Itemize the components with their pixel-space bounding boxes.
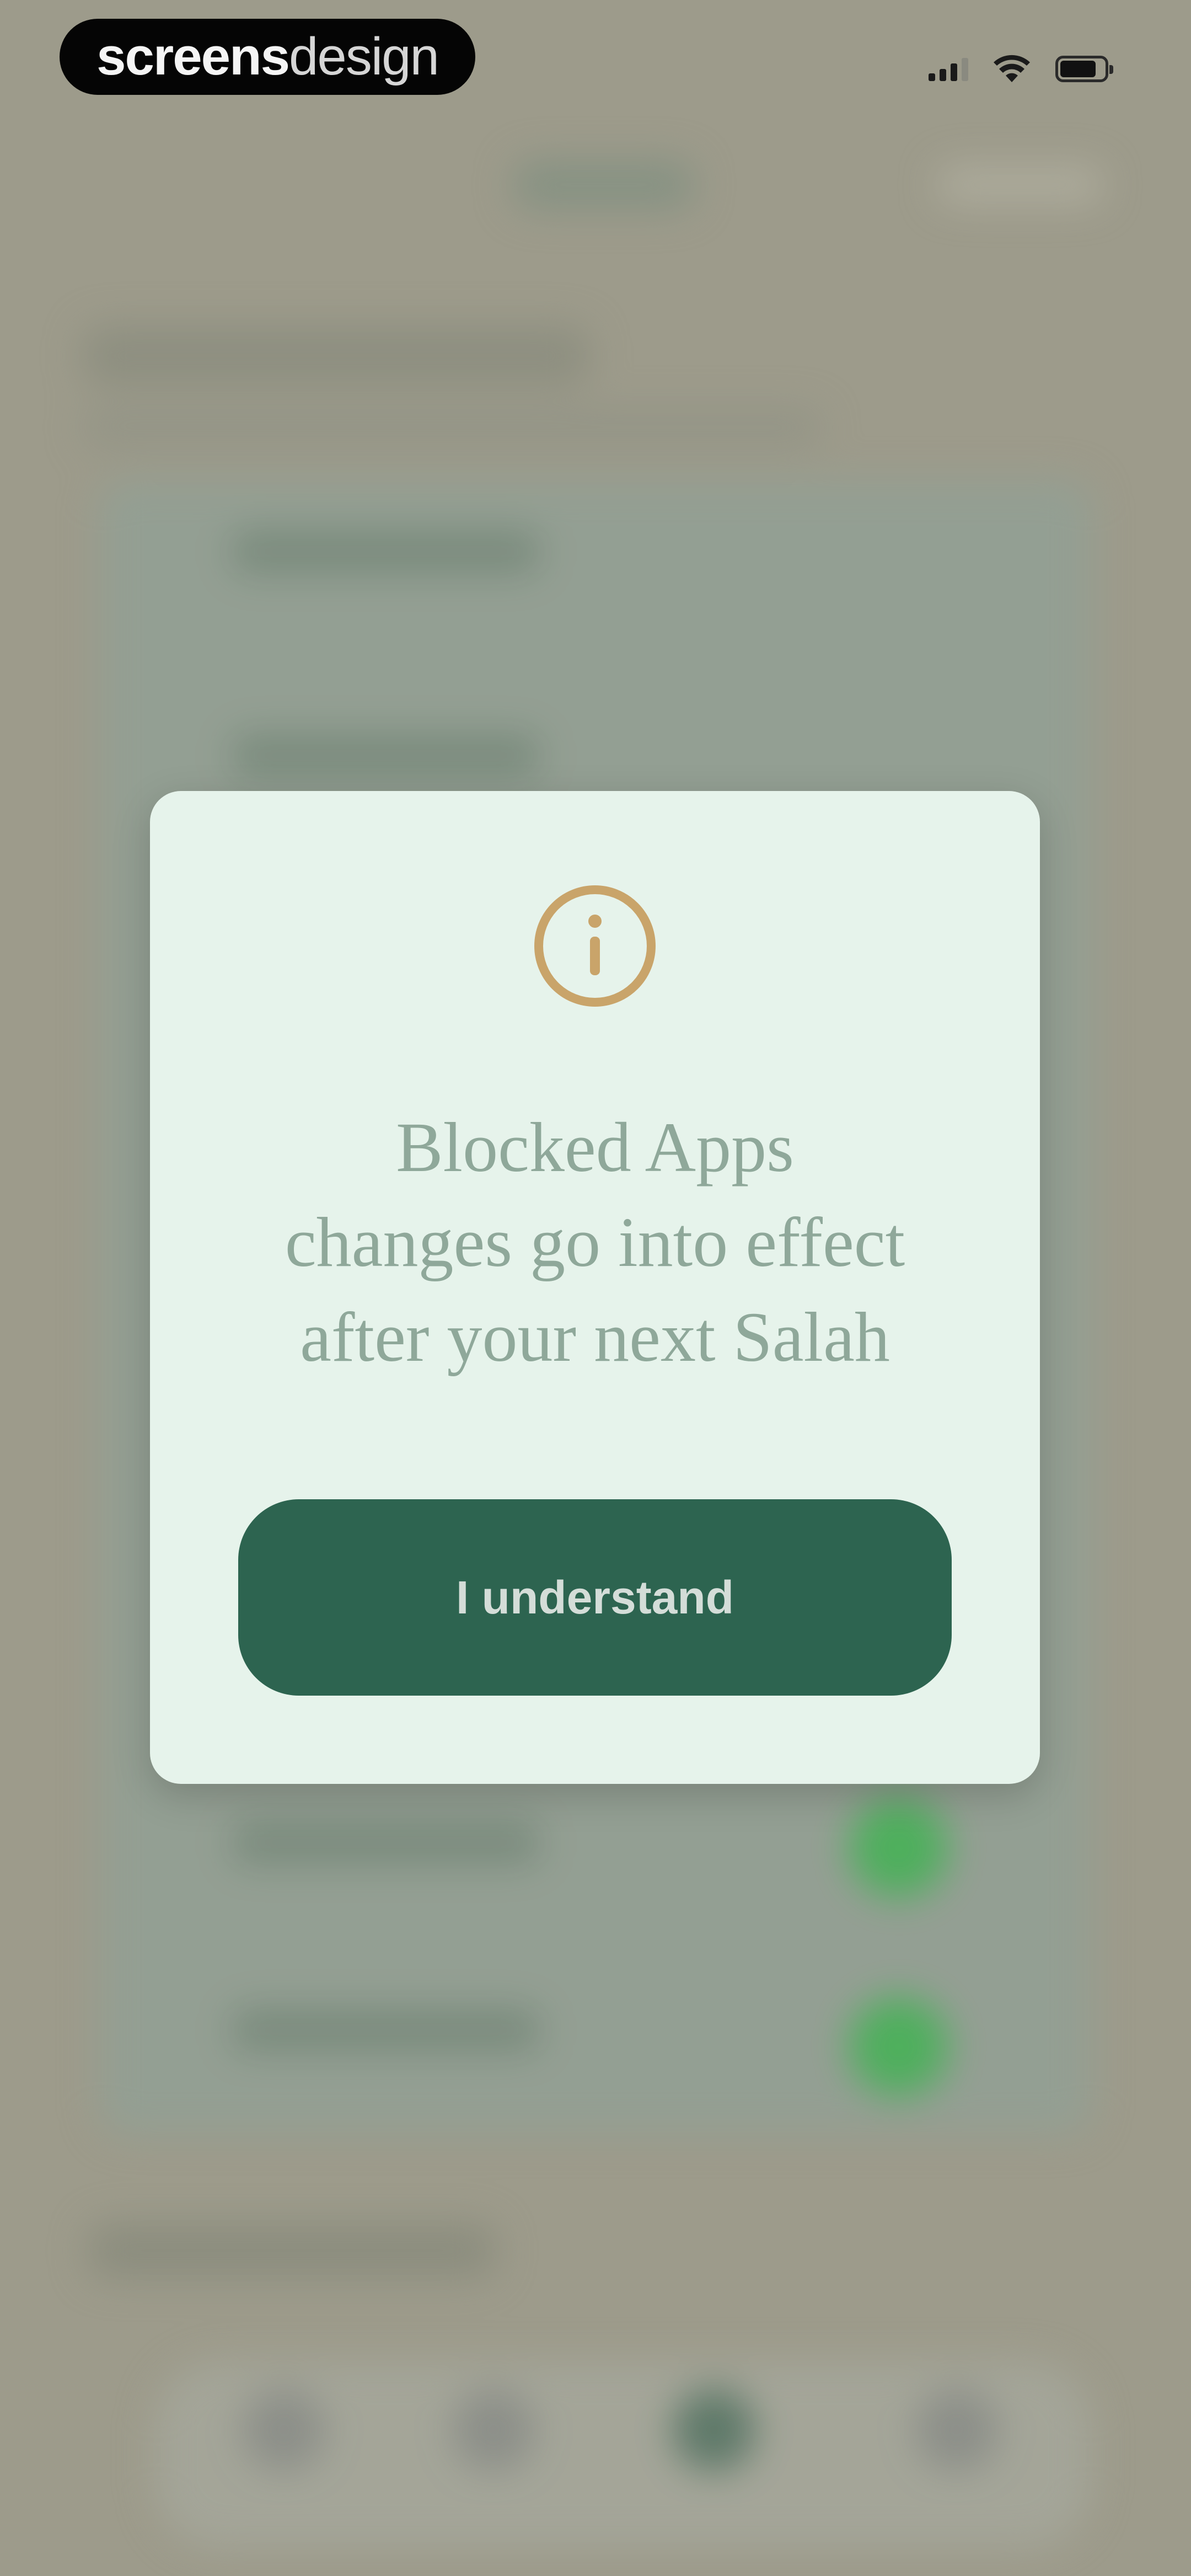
nav-title-blurred [513,160,695,210]
toggle-blurred [849,1997,948,2096]
settings-row-blurred [232,530,540,574]
toggle-blurred [849,1798,948,1898]
brand-light-text: design [289,27,439,86]
info-dialog: Blocked Apps changes go into effect afte… [150,791,1040,1784]
settings-row-blurred [232,734,540,778]
nav-action-blurred [937,165,1103,204]
settings-row-blurred [232,1820,540,1864]
wifi-icon [994,55,1030,82]
section-subtitle-blurred [83,408,822,447]
cellular-signal-icon [929,57,968,81]
app-screen: screens design Blocked Apps changes go in… [0,0,1191,2576]
info-circle-icon [534,885,656,1007]
tab-icon-blurred [452,2388,535,2471]
settings-row-blurred [232,2008,540,2052]
dialog-message: Blocked Apps changes go into effect afte… [285,1108,905,1376]
status-icons [929,50,1113,88]
section-heading-blurred [88,2223,496,2278]
tab-icon-blurred [915,2388,998,2471]
brand-bold-text: screens [96,27,290,86]
section-heading-blurred [83,325,590,386]
screensdesign-badge: screens design [60,19,475,95]
tab-icon-blurred [673,2388,755,2471]
i-understand-button[interactable]: I understand [238,1499,952,1696]
battery-icon [1055,56,1113,82]
tab-icon-blurred [243,2388,325,2471]
